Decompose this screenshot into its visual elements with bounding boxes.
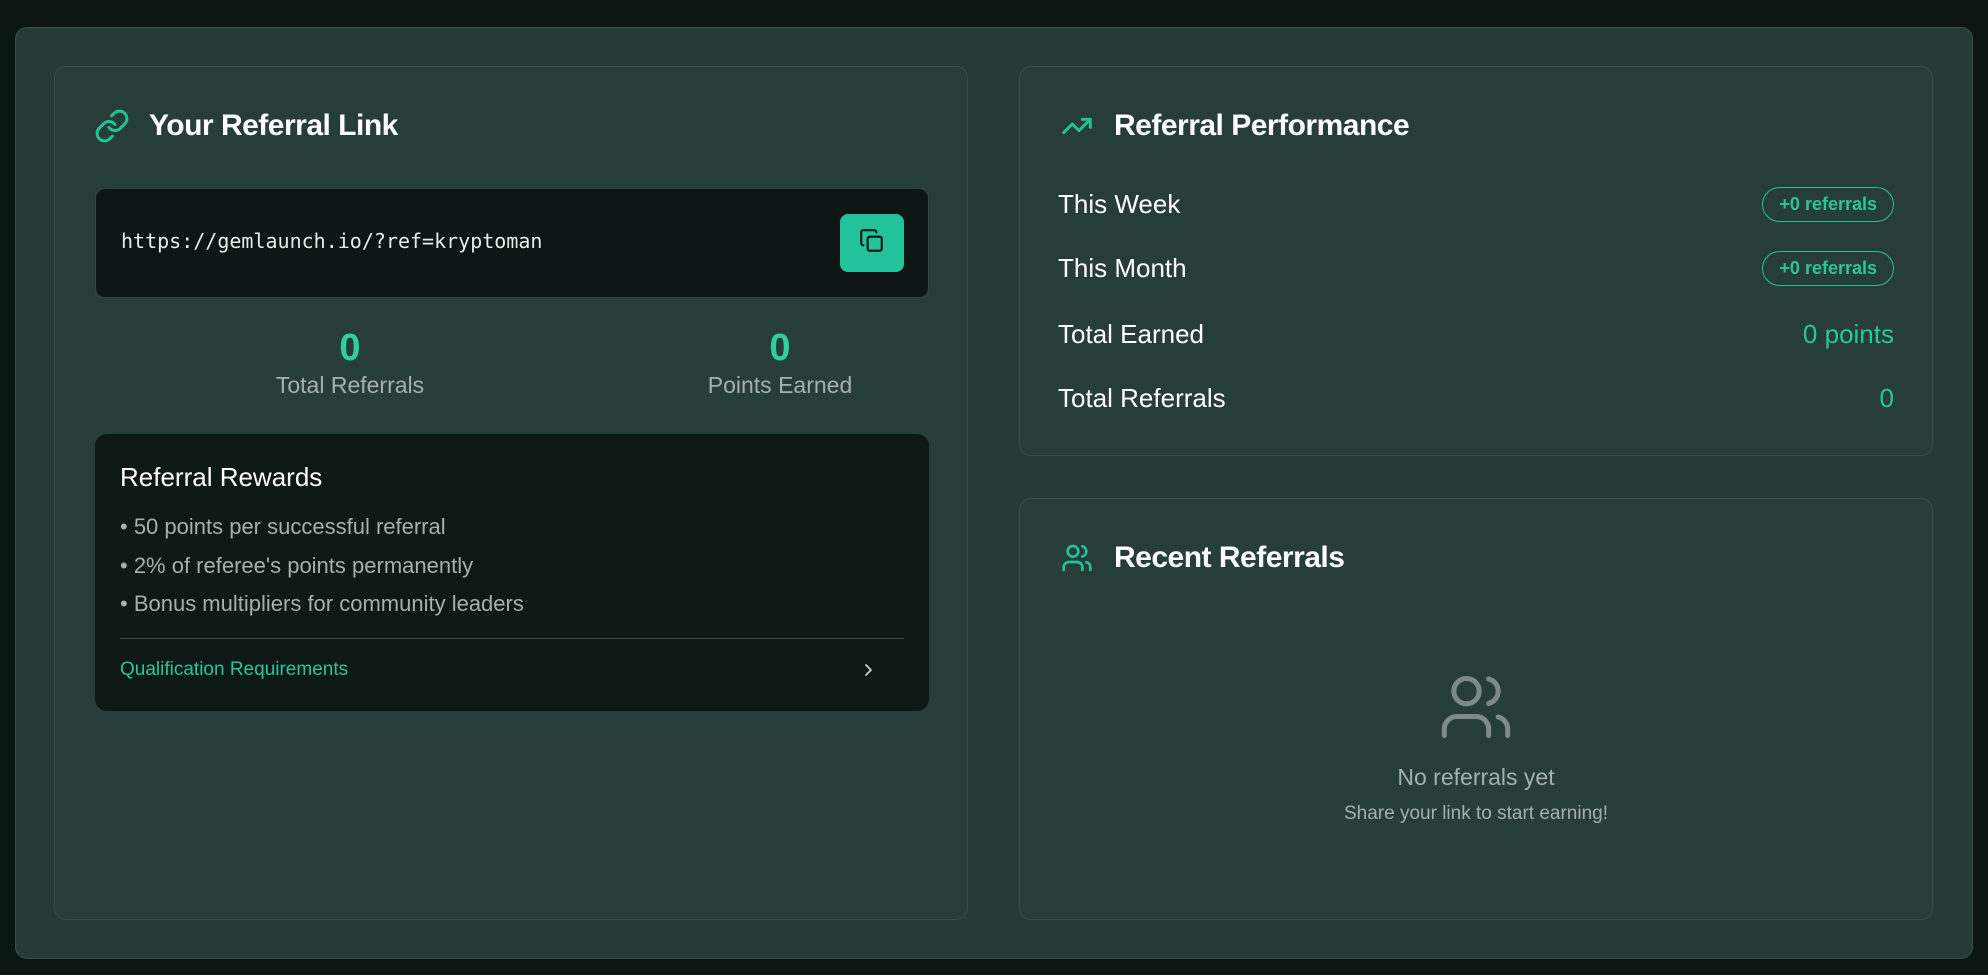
referral-link-title: Your Referral Link bbox=[149, 109, 398, 142]
users-empty-icon bbox=[1438, 669, 1514, 750]
referral-link-card: Your Referral Link https://gemlaunch.io/… bbox=[54, 66, 968, 920]
recent-referrals-title: Recent Referrals bbox=[1114, 541, 1345, 574]
status-badge: +0 referrals bbox=[1762, 251, 1894, 286]
performance-row-this-week: This Week +0 referrals bbox=[1058, 187, 1894, 222]
recent-referrals-card: Recent Referrals No referrals yet Share … bbox=[1019, 498, 1933, 920]
referral-rewards-title: Referral Rewards bbox=[120, 462, 323, 492]
referral-dashboard: Your Referral Link https://gemlaunch.io/… bbox=[15, 27, 1973, 959]
total-referrals-stat: 0 Total Referrals bbox=[200, 326, 500, 399]
qualification-requirements-label: Qualification Requirements bbox=[120, 659, 349, 680]
performance-label: This Month bbox=[1058, 253, 1187, 283]
recent-referrals-header: Recent Referrals bbox=[1058, 539, 1345, 577]
performance-value: 0 points bbox=[1802, 319, 1894, 349]
list-item: • Bonus multipliers for community leader… bbox=[120, 591, 524, 616]
performance-row-total-referrals: Total Referrals 0 bbox=[1058, 383, 1894, 414]
link-icon bbox=[93, 107, 131, 145]
chevron-right-icon bbox=[862, 663, 876, 677]
referral-link-box: https://gemlaunch.io/?ref=kryptoman bbox=[95, 188, 929, 298]
performance-row-total-earned: Total Earned 0 points bbox=[1058, 319, 1894, 350]
performance-value: 0 bbox=[1879, 383, 1894, 413]
rewards-list: • 50 points per successful referral • 2%… bbox=[120, 512, 524, 628]
referral-link-url[interactable]: https://gemlaunch.io/?ref=kryptoman bbox=[121, 229, 542, 253]
referral-performance-card: Referral Performance This Week +0 referr… bbox=[1019, 66, 1933, 456]
performance-label: Total Earned bbox=[1058, 319, 1204, 349]
total-referrals-value: 0 bbox=[339, 327, 361, 369]
referral-performance-title: Referral Performance bbox=[1114, 109, 1410, 142]
points-earned-stat: 0 Points Earned bbox=[630, 326, 930, 399]
list-item: • 50 points per successful referral bbox=[120, 514, 446, 539]
points-earned-label: Points Earned bbox=[707, 372, 853, 398]
referral-performance-header: Referral Performance bbox=[1058, 107, 1410, 145]
copy-icon bbox=[859, 228, 885, 259]
total-referrals-label: Total Referrals bbox=[275, 372, 425, 398]
list-item: • 2% of referee's points permanently bbox=[120, 552, 474, 578]
performance-label: This Week bbox=[1058, 189, 1181, 219]
copy-link-button[interactable] bbox=[840, 214, 904, 272]
empty-state-title: No referrals yet bbox=[1397, 764, 1555, 790]
referral-link-header: Your Referral Link bbox=[93, 107, 398, 145]
empty-state: No referrals yet Share your link to star… bbox=[1020, 669, 1932, 825]
trending-up-icon bbox=[1058, 107, 1096, 145]
divider bbox=[120, 638, 904, 639]
performance-row-this-month: This Month +0 referrals bbox=[1058, 251, 1894, 286]
referral-rewards-box: Referral Rewards • 50 points per success… bbox=[95, 434, 929, 711]
status-badge: +0 referrals bbox=[1762, 187, 1894, 222]
qualification-requirements-link[interactable]: Qualification Requirements bbox=[120, 659, 904, 681]
performance-label: Total Referrals bbox=[1058, 383, 1226, 413]
empty-state-subtitle: Share your link to start earning! bbox=[1343, 803, 1609, 824]
users-icon bbox=[1058, 539, 1096, 577]
points-earned-value: 0 bbox=[769, 327, 791, 369]
